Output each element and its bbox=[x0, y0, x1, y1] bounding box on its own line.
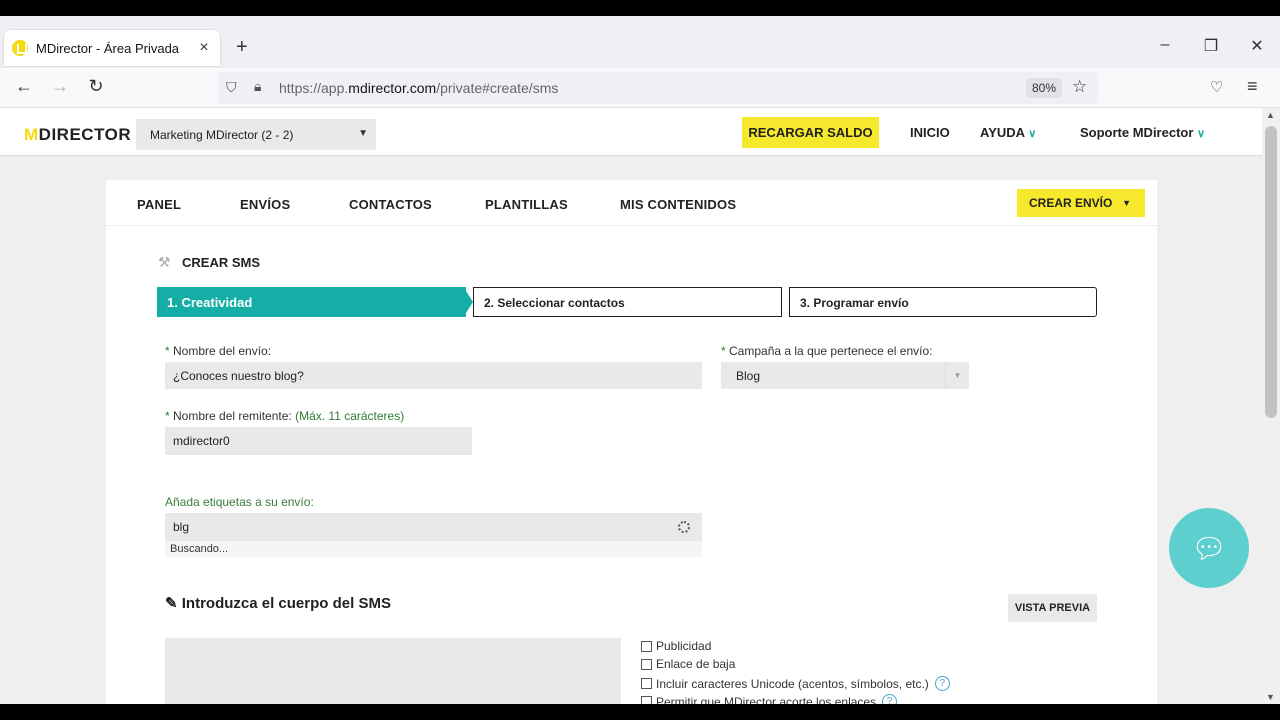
etiquetas-label: Añada etiquetas a su envío: bbox=[165, 495, 314, 509]
chevron-down-icon: ∨ bbox=[1197, 128, 1206, 140]
campana-label: * Campaña a la que pertenece el envío: bbox=[721, 344, 933, 358]
reload-icon[interactable]: ↻ bbox=[84, 76, 108, 97]
caret-down-icon: ▼ bbox=[945, 362, 969, 389]
zoom-level[interactable]: 80% bbox=[1026, 78, 1063, 98]
account-select[interactable]: Marketing MDirector (2 - 2) ▼ bbox=[136, 119, 376, 150]
enlace-baja-checkbox[interactable]: Enlace de baja bbox=[641, 657, 735, 671]
page-title: CREAR SMS bbox=[182, 255, 261, 270]
loading-spinner-icon bbox=[678, 521, 690, 533]
nav-mis-contenidos[interactable]: MIS CONTENIDOS bbox=[620, 197, 736, 212]
mdirector-favicon-icon bbox=[12, 40, 28, 56]
forward-icon[interactable]: → bbox=[48, 76, 72, 97]
lock-icon[interactable]: 🔒︎ bbox=[254, 78, 261, 95]
ayuda-menu[interactable]: AYUDA ∨ bbox=[980, 125, 1036, 140]
browser-tab[interactable]: MDirector - Área Privada × bbox=[4, 30, 220, 66]
step-programar-envio[interactable]: 3. Programar envío bbox=[789, 287, 1097, 317]
chevron-down-icon: ∨ bbox=[1028, 128, 1037, 140]
nombre-envio-label: * Nombre del envío: bbox=[165, 344, 272, 358]
step-seleccionar-contactos[interactable]: 2. Seleccionar contactos bbox=[473, 287, 782, 317]
close-window-icon[interactable]: ✕ bbox=[1247, 36, 1267, 56]
main-card: PANEL ENVÍOS CONTACTOS PLANTILLAS MIS CO… bbox=[106, 180, 1157, 704]
crear-envio-label: CREAR ENVÍO bbox=[1029, 196, 1113, 210]
soporte-menu[interactable]: Soporte MDirector ∨ bbox=[1080, 125, 1205, 140]
back-icon[interactable]: ← bbox=[12, 76, 36, 97]
account-select-value: Marketing MDirector (2 - 2) bbox=[150, 128, 294, 142]
app-header: MDIRECTOR Marketing MDirector (2 - 2) ▼ … bbox=[0, 108, 1262, 156]
sms-body-textarea[interactable] bbox=[165, 638, 621, 704]
new-tab-icon[interactable]: + bbox=[236, 36, 248, 59]
nombre-envio-input[interactable]: ¿Conoces nuestro blog? bbox=[165, 362, 702, 389]
remitente-input[interactable]: mdirector0 bbox=[165, 427, 472, 455]
recargar-saldo-button[interactable]: RECARGAR SALDO bbox=[742, 117, 879, 148]
scrollbar[interactable]: ▲ ▼ bbox=[1262, 108, 1280, 704]
checkbox-icon[interactable] bbox=[641, 658, 652, 670]
nav-contactos[interactable]: CONTACTOS bbox=[349, 197, 432, 212]
screen-bottom-border bbox=[0, 704, 1280, 720]
crear-envio-button[interactable]: CREAR ENVÍO ▼ bbox=[1017, 189, 1145, 217]
autocomplete-dropdown: Buscando... bbox=[165, 541, 702, 557]
acortar-enlaces-checkbox[interactable]: Permitir que MDirector acorte los enlace… bbox=[641, 694, 898, 704]
scroll-down-icon[interactable]: ▼ bbox=[1266, 692, 1275, 702]
browser-navbar: ← → ↻ ⛉ 🔒︎ https://app.mdirector.com/pri… bbox=[0, 68, 1280, 108]
minimize-icon[interactable]: – bbox=[1155, 36, 1175, 54]
checkbox-icon[interactable] bbox=[641, 696, 652, 704]
scroll-up-icon[interactable]: ▲ bbox=[1266, 110, 1275, 120]
shield-icon[interactable]: ⛉ bbox=[226, 79, 237, 96]
nav-plantillas[interactable]: PLANTILLAS bbox=[485, 197, 568, 212]
caret-down-icon: ▼ bbox=[1122, 198, 1131, 208]
close-tab-icon[interactable]: × bbox=[196, 39, 212, 57]
browser-tab-strip: MDirector - Área Privada × + – ❐ ✕ bbox=[0, 16, 1280, 68]
checkbox-icon[interactable] bbox=[641, 678, 652, 689]
wand-icon: ⚒ bbox=[158, 254, 171, 270]
etiquetas-input-value: blg bbox=[173, 520, 190, 534]
help-icon[interactable]: ? bbox=[934, 676, 950, 691]
etiquetas-input[interactable]: blg bbox=[165, 513, 702, 541]
nav-envios[interactable]: ENVÍOS bbox=[240, 197, 290, 212]
main-nav: PANEL ENVÍOS CONTACTOS PLANTILLAS MIS CO… bbox=[106, 180, 1157, 226]
hamburger-menu-icon[interactable]: ≡ bbox=[1247, 76, 1258, 97]
nav-panel[interactable]: PANEL bbox=[137, 197, 181, 212]
cuerpo-sms-title: ✎ Introduzca el cuerpo del SMS bbox=[165, 595, 391, 612]
chat-icon[interactable]: 💬︎ bbox=[1169, 508, 1249, 588]
pocket-icon[interactable]: ♡ bbox=[1210, 78, 1223, 96]
mdirector-logo[interactable]: MDIRECTOR bbox=[24, 125, 131, 145]
bookmark-star-icon[interactable]: ☆ bbox=[1072, 77, 1087, 97]
checkbox-icon[interactable] bbox=[641, 640, 652, 652]
inicio-link[interactable]: INICIO bbox=[910, 125, 950, 140]
help-icon[interactable]: ? bbox=[882, 694, 898, 704]
restore-icon[interactable]: ❐ bbox=[1201, 36, 1221, 56]
screen-top-border bbox=[0, 0, 1280, 16]
tab-title: MDirector - Área Privada bbox=[36, 40, 180, 56]
url-text[interactable]: https://app.mdirector.com/private#create… bbox=[279, 80, 558, 96]
chevron-down-icon: ▼ bbox=[358, 128, 368, 139]
publicidad-checkbox[interactable]: Publicidad bbox=[641, 639, 711, 653]
remitente-label: * Nombre del remitente: (Máx. 11 carácte… bbox=[165, 409, 405, 423]
vista-previa-button[interactable]: VISTA PREVIA bbox=[1008, 594, 1097, 622]
step-creatividad[interactable]: 1. Creatividad bbox=[157, 287, 473, 317]
url-bar[interactable]: ⛉ 🔒︎ https://app.mdirector.com/private#c… bbox=[218, 72, 1098, 104]
campana-select-value: Blog bbox=[736, 368, 761, 383]
unicode-checkbox[interactable]: Incluir caracteres Unicode (acentos, sím… bbox=[641, 676, 950, 691]
page-content: MDIRECTOR Marketing MDirector (2 - 2) ▼ … bbox=[0, 108, 1262, 704]
scroll-thumb[interactable] bbox=[1265, 126, 1277, 418]
campana-select[interactable]: Blog ▼ bbox=[721, 362, 969, 389]
